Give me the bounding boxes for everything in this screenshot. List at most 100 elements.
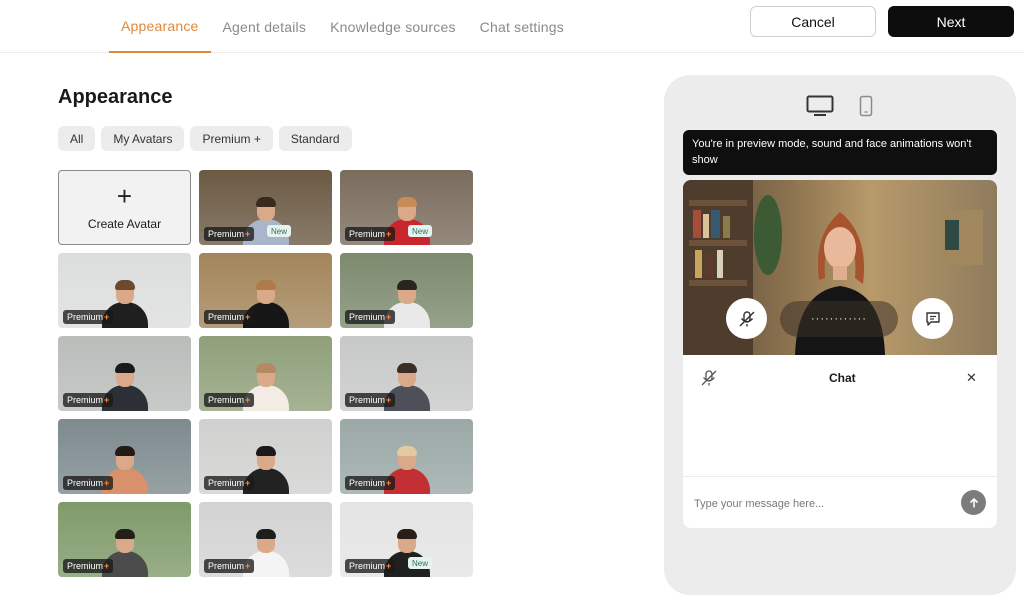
tab-chat-settings[interactable]: Chat settings bbox=[468, 0, 576, 53]
premium-badge: Premium + bbox=[345, 559, 396, 573]
plus-icon: + bbox=[116, 180, 133, 211]
avatar-tile[interactable]: Premium + bbox=[58, 502, 191, 577]
desktop-icon[interactable] bbox=[806, 95, 834, 117]
premium-label: Premium bbox=[208, 478, 245, 488]
premium-plus: + bbox=[245, 561, 251, 571]
avatar-hair bbox=[114, 446, 135, 456]
cancel-button[interactable]: Cancel bbox=[750, 6, 876, 37]
premium-plus: + bbox=[104, 312, 110, 322]
premium-label: Premium bbox=[67, 312, 104, 322]
chat-title: Chat bbox=[829, 371, 856, 385]
avatar-hair bbox=[255, 280, 276, 290]
avatar-tile[interactable]: Premium + bbox=[199, 336, 332, 411]
new-badge: New bbox=[408, 557, 433, 569]
premium-plus: + bbox=[386, 395, 392, 405]
premium-badge: Premium + bbox=[345, 476, 396, 490]
avatar-hair bbox=[255, 197, 276, 207]
premium-plus: + bbox=[245, 229, 251, 239]
avatar-grid: + Create Avatar Premium + New Premium + New Pr… bbox=[58, 170, 473, 577]
premium-badge: Premium + bbox=[63, 476, 114, 490]
avatar-tile[interactable]: Premium + bbox=[199, 253, 332, 328]
avatar-tile[interactable]: Premium + New bbox=[199, 170, 332, 245]
premium-badge: Premium + bbox=[204, 559, 255, 573]
avatar-hair bbox=[396, 197, 417, 207]
voice-waveform: ············ bbox=[780, 301, 898, 337]
create-avatar-label: Create Avatar bbox=[87, 216, 162, 231]
premium-label: Premium bbox=[349, 478, 386, 488]
avatar-hair bbox=[114, 280, 135, 290]
premium-plus: + bbox=[104, 395, 110, 405]
chat-toggle-button[interactable] bbox=[912, 298, 953, 339]
avatar-tile[interactable]: Premium + bbox=[340, 253, 473, 328]
premium-badge: Premium + bbox=[345, 227, 396, 241]
mic-off-icon[interactable] bbox=[700, 369, 718, 387]
premium-label: Premium bbox=[349, 229, 386, 239]
premium-plus: + bbox=[386, 561, 392, 571]
avatar-tile[interactable]: Premium + bbox=[58, 336, 191, 411]
avatar-hair bbox=[255, 446, 276, 456]
filter-standard[interactable]: Standard bbox=[278, 126, 352, 151]
create-avatar-button[interactable]: + Create Avatar bbox=[58, 170, 191, 245]
new-badge: New bbox=[408, 225, 433, 237]
premium-badge: Premium + bbox=[345, 393, 396, 407]
premium-plus: + bbox=[104, 478, 110, 488]
premium-label: Premium bbox=[349, 312, 386, 322]
tab-knowledge-sources[interactable]: Knowledge sources bbox=[318, 0, 468, 53]
filter-premium[interactable]: Premium + bbox=[190, 126, 273, 151]
chat-message-input[interactable] bbox=[694, 494, 944, 514]
premium-plus: + bbox=[386, 312, 392, 322]
premium-badge: Premium + bbox=[204, 393, 255, 407]
avatar-hair bbox=[396, 446, 417, 456]
premium-label: Premium bbox=[208, 229, 245, 239]
avatar-tile[interactable]: Premium + bbox=[199, 502, 332, 577]
premium-label: Premium bbox=[208, 395, 245, 405]
avatar-hair bbox=[255, 363, 276, 373]
avatar-tile[interactable]: Premium + bbox=[199, 419, 332, 494]
premium-badge: Premium + bbox=[204, 476, 255, 490]
avatar-hair bbox=[396, 363, 417, 373]
avatar-hair bbox=[114, 363, 135, 373]
avatar-tile[interactable]: Premium + New bbox=[340, 502, 473, 577]
arrow-up-icon bbox=[969, 497, 978, 507]
premium-badge: Premium + bbox=[204, 227, 255, 241]
avatar-tile[interactable]: Premium + bbox=[58, 253, 191, 328]
divider bbox=[683, 476, 997, 477]
premium-badge: Premium + bbox=[63, 559, 114, 573]
avatar-tile[interactable]: Premium + bbox=[58, 419, 191, 494]
premium-badge: Premium + bbox=[204, 310, 255, 324]
preview-notice: You're in preview mode, sound and face a… bbox=[683, 130, 997, 175]
avatar-tile[interactable]: Premium + bbox=[340, 336, 473, 411]
premium-plus: + bbox=[104, 561, 110, 571]
avatar-tile[interactable]: Premium + New bbox=[340, 170, 473, 245]
premium-label: Premium bbox=[349, 395, 386, 405]
page-title: Appearance bbox=[58, 86, 173, 108]
avatar-hair bbox=[396, 280, 417, 290]
avatar-hair bbox=[396, 529, 417, 539]
chat-bubble-icon bbox=[925, 311, 940, 326]
premium-badge: Premium + bbox=[63, 310, 114, 324]
premium-label: Premium bbox=[208, 312, 245, 322]
next-button[interactable]: Next bbox=[888, 6, 1014, 37]
premium-plus: + bbox=[245, 395, 251, 405]
premium-label: Premium bbox=[349, 561, 386, 571]
tab-agent-details[interactable]: Agent details bbox=[211, 0, 319, 53]
mute-button[interactable] bbox=[726, 298, 767, 339]
premium-plus: + bbox=[245, 312, 251, 322]
avatar-hair bbox=[114, 529, 135, 539]
premium-label: Premium bbox=[67, 561, 104, 571]
filter-my-avatars[interactable]: My Avatars bbox=[101, 126, 185, 151]
premium-badge: Premium + bbox=[345, 310, 396, 324]
top-bar: Appearance Agent details Knowledge sourc… bbox=[0, 0, 1024, 53]
close-icon[interactable]: ✕ bbox=[966, 370, 977, 386]
mic-off-icon bbox=[739, 310, 754, 326]
premium-plus: + bbox=[245, 478, 251, 488]
send-button[interactable] bbox=[961, 490, 986, 515]
avatar-tile[interactable]: Premium + bbox=[340, 419, 473, 494]
premium-label: Premium bbox=[67, 395, 104, 405]
step-tabs: Appearance Agent details Knowledge sourc… bbox=[109, 0, 576, 53]
tab-appearance[interactable]: Appearance bbox=[109, 0, 211, 53]
premium-plus: + bbox=[386, 229, 392, 239]
premium-plus: + bbox=[386, 478, 392, 488]
mobile-icon[interactable] bbox=[859, 95, 873, 117]
filter-all[interactable]: All bbox=[58, 126, 96, 151]
